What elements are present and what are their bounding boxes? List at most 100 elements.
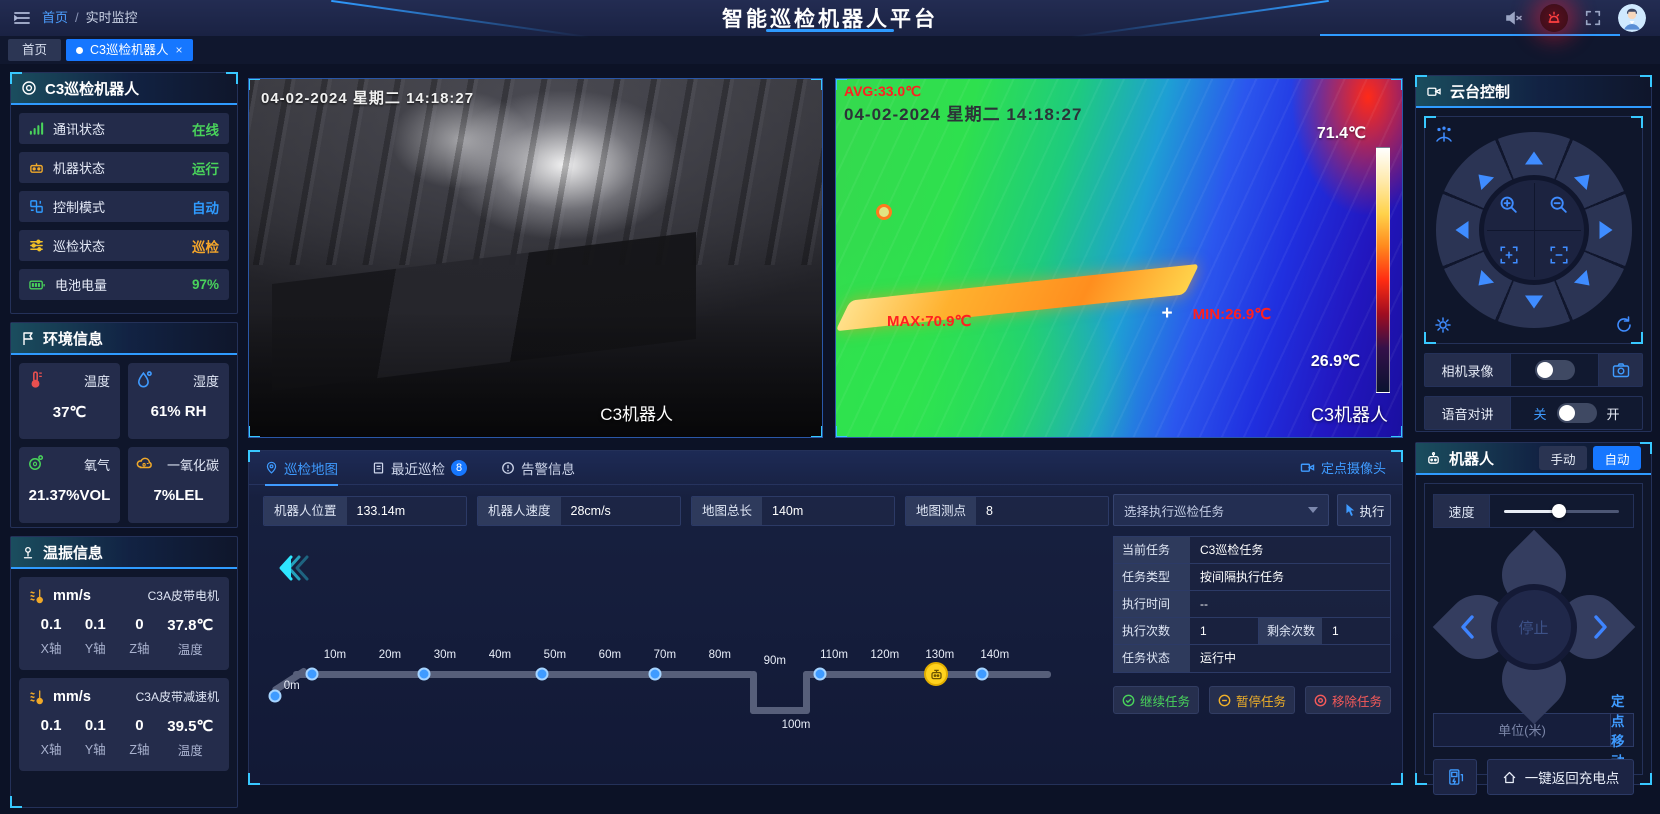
intercom-off-label: 关 xyxy=(1533,404,1546,423)
tab-recent-patrols[interactable]: 最近巡检 8 xyxy=(372,451,467,485)
robot-control-panel: 机器人 手动 自动 速度 xyxy=(1415,442,1652,785)
status-row-mode: 控制模式 自动 xyxy=(19,191,229,222)
tab-close-icon[interactable]: × xyxy=(176,39,183,61)
camera-record-toggle[interactable] xyxy=(1535,360,1575,380)
track-distance-label: 70m xyxy=(654,649,676,661)
sliders-icon xyxy=(29,238,44,253)
target-icon xyxy=(21,80,37,96)
status-value: 在线 xyxy=(192,119,219,139)
fixed-camera-label: 定点摄像头 xyxy=(1321,458,1386,477)
speed-slider-knob[interactable] xyxy=(1552,504,1566,518)
remove-task-button[interactable]: 移除任务 xyxy=(1305,686,1391,714)
avatar[interactable] xyxy=(1618,4,1646,32)
gear-icon[interactable] xyxy=(1433,315,1453,335)
vibration-thermometer-icon xyxy=(29,689,46,705)
task-row-value: -- xyxy=(1190,591,1390,617)
ptz-control-pad xyxy=(1424,116,1643,344)
axis-value: 37.8℃ xyxy=(162,616,219,634)
info-map-length: 地图总长 140m xyxy=(691,496,895,526)
stop-button[interactable]: 停止 xyxy=(1491,584,1577,670)
task-row-label: 当前任务 xyxy=(1114,537,1190,563)
ptz-arrow-up[interactable] xyxy=(1525,152,1543,165)
battery-icon xyxy=(29,278,46,292)
thermal-camera-feed: AVG:33.0℃ 04-02-2024 星期二 14:18:27 71.4℃ … xyxy=(835,78,1403,438)
axis-value: 0.1 xyxy=(73,717,117,734)
env-card-name: 温度 xyxy=(84,371,110,390)
zoom-in-icon[interactable] xyxy=(1484,180,1534,230)
focus-minus-icon[interactable] xyxy=(1534,230,1584,280)
intercom-toggle[interactable] xyxy=(1557,403,1597,423)
tab-c3-robot[interactable]: C3巡检机器人 × xyxy=(66,39,193,61)
tab-patrol-map[interactable]: 巡检地图 xyxy=(265,451,338,485)
status-label: 控制模式 xyxy=(53,197,105,216)
snapshot-button[interactable] xyxy=(1598,354,1642,386)
fixed-camera-link[interactable]: 定点摄像头 xyxy=(1300,458,1386,477)
ptz-arrow-down[interactable] xyxy=(1525,296,1543,309)
fullscreen-icon[interactable] xyxy=(1584,9,1602,27)
flag-icon xyxy=(21,331,35,346)
oxygen-icon xyxy=(27,454,45,472)
task-row-value: 1 xyxy=(1190,618,1258,644)
info-label: 机器人速度 xyxy=(478,497,561,525)
env-card-value: 7%LEL xyxy=(128,487,229,504)
task-table: 当前任务 C3巡检任务 任务类型 按间隔执行任务 执行时间 -- 执行次数 1 … xyxy=(1113,536,1391,673)
auto-mode-button[interactable]: 自动 xyxy=(1593,446,1641,470)
track-node xyxy=(813,668,826,681)
ptz-arrow-right[interactable] xyxy=(1599,221,1612,239)
droplet-icon xyxy=(136,370,153,389)
track-node xyxy=(976,668,989,681)
point-move-button[interactable]: 定点移动 xyxy=(1610,714,1633,746)
remove-circle-icon xyxy=(1314,694,1327,707)
info-value: 133.14m xyxy=(347,497,466,525)
manual-mode-button[interactable]: 手动 xyxy=(1539,446,1587,470)
thermal-detection-marker xyxy=(876,204,892,220)
info-robot-position: 机器人位置 133.14m xyxy=(263,496,467,526)
robot-position-marker[interactable] xyxy=(924,662,948,686)
co-cloud-icon xyxy=(136,454,155,471)
axis-label: X轴 xyxy=(29,739,73,758)
status-row-patrol: 巡检状态 巡检 xyxy=(19,230,229,261)
task-row-value: 运行中 xyxy=(1190,645,1390,672)
axis-label: 温度 xyxy=(162,639,219,658)
axis-value: 0.1 xyxy=(73,616,117,633)
env-card-co: 一氧化碳 7%LEL xyxy=(128,447,229,523)
pause-task-button[interactable]: 暂停任务 xyxy=(1209,686,1295,714)
alarm-icon[interactable] xyxy=(1540,4,1568,32)
zoom-out-icon[interactable] xyxy=(1534,180,1584,230)
track-distance-label: 60m xyxy=(599,649,621,661)
ptz-arrow-left[interactable] xyxy=(1455,221,1468,239)
charge-station-button[interactable] xyxy=(1433,759,1477,795)
task-row-value: 1 xyxy=(1322,618,1390,644)
speed-slider[interactable] xyxy=(1504,504,1619,518)
track-distance-label: 100m xyxy=(782,719,811,731)
task-select-dropdown[interactable]: 选择执行巡检任务 xyxy=(1113,494,1329,526)
robot-control-box: 速度 停止 定点 xyxy=(1424,483,1643,775)
vibration-device-name: C3A皮带电机 xyxy=(148,587,219,604)
track-node xyxy=(536,668,549,681)
axis-label: Y轴 xyxy=(73,638,117,657)
mute-speaker-icon[interactable] xyxy=(1504,8,1524,28)
wiper-icon[interactable] xyxy=(1433,125,1455,145)
tab-alarm-info[interactable]: 告警信息 xyxy=(501,451,575,485)
track-node xyxy=(306,668,319,681)
vibration-unit: mm/s xyxy=(53,689,91,705)
chevron-right-icon[interactable] xyxy=(1590,614,1610,640)
intercom-row: 语音对讲 关 开 xyxy=(1424,396,1643,430)
return-to-charge-button[interactable]: 一键返回充电点 xyxy=(1487,759,1634,795)
robot-status-panel-title: C3巡检机器人 xyxy=(45,78,139,99)
vibration-thermometer-icon xyxy=(29,588,46,604)
focus-plus-icon[interactable] xyxy=(1484,230,1534,280)
execute-task-button[interactable]: 执行 xyxy=(1337,494,1391,526)
tab-home[interactable]: 首页 xyxy=(8,39,61,61)
home-icon xyxy=(1502,770,1517,785)
return-to-charge-label: 一键返回充电点 xyxy=(1525,767,1620,787)
continue-task-button[interactable]: 继续任务 xyxy=(1113,686,1199,714)
unit-meters-input[interactable] xyxy=(1434,714,1610,746)
chevron-left-icon[interactable] xyxy=(1458,614,1478,640)
track-distance-label: 50m xyxy=(544,649,566,661)
track-segment xyxy=(293,671,753,678)
task-panel: 选择执行巡检任务 执行 当前任务 C3巡检任务 任务类型 按间隔执行任务 执行时… xyxy=(1113,494,1391,714)
env-card-temperature: 温度 37℃ xyxy=(19,363,120,439)
environment-panel: 环境信息 温度 37℃ 湿度 61% RH 氧气 xyxy=(10,322,238,528)
axis-label: Z轴 xyxy=(117,638,161,657)
